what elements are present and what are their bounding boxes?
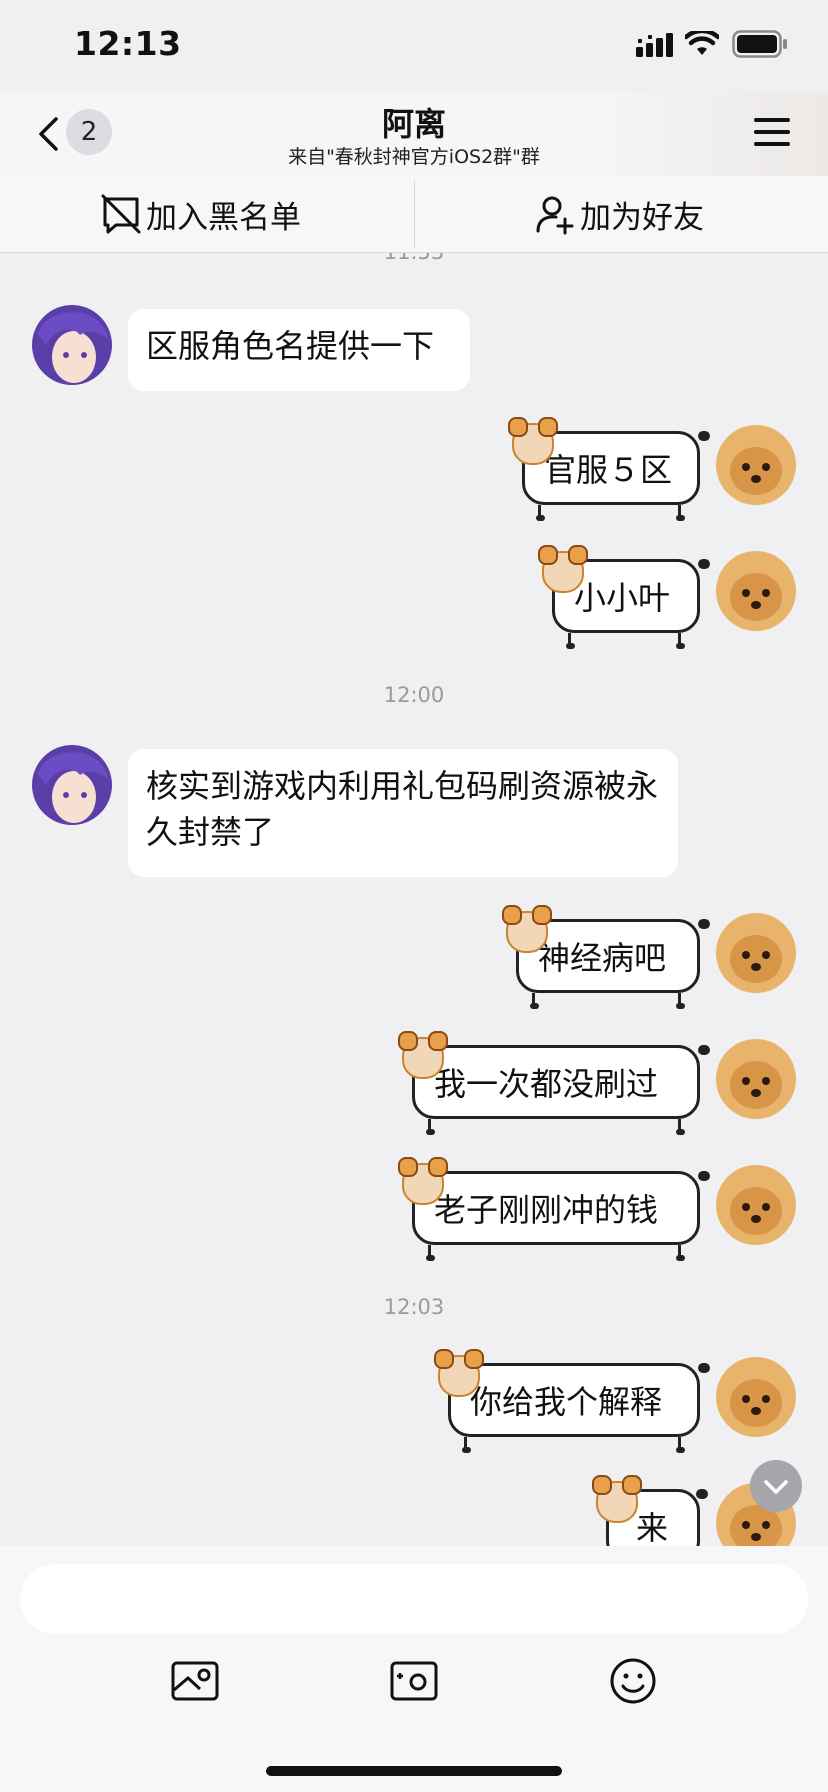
bubble-ear: [502, 905, 522, 925]
bubble-tail: [698, 919, 710, 929]
message-text: 神经病吧: [538, 939, 667, 977]
message-text: 官服５区: [544, 451, 673, 489]
bubble-foot: [566, 643, 575, 649]
hamburger-icon: [754, 118, 790, 146]
outgoing-message[interactable]: 神经病吧: [502, 905, 710, 1011]
message-text: 老子刚刚冲的钱: [434, 1191, 659, 1229]
bubble-ear: [568, 545, 588, 565]
menu-button[interactable]: [752, 112, 792, 152]
bubble-ear: [622, 1475, 642, 1495]
bubble-ear: [428, 1031, 448, 1051]
image-icon: [171, 1661, 219, 1701]
add-to-blacklist-button[interactable]: 加入黑名单: [100, 186, 301, 242]
bubble-tail: [696, 1489, 708, 1499]
emoji-icon: [610, 1658, 656, 1704]
status-time: 12:13: [74, 24, 182, 63]
bubble-ear: [434, 1349, 454, 1369]
bubble-foot: [676, 1129, 685, 1135]
contact-avatar[interactable]: [32, 305, 112, 385]
home-indicator[interactable]: [266, 1766, 562, 1776]
pomeranian-avatar-icon: [716, 913, 796, 993]
anime-avatar-icon: [32, 305, 112, 385]
pomeranian-avatar-icon: [716, 1039, 796, 1119]
blacklist-icon: [101, 194, 141, 234]
signal-icon: [636, 33, 673, 57]
bubble-ear: [538, 545, 558, 565]
bubble-tail: [698, 559, 710, 569]
my-avatar[interactable]: [716, 551, 796, 631]
message-text: 小小叶: [574, 579, 671, 617]
bubble-foot: [426, 1255, 435, 1261]
my-avatar[interactable]: [716, 425, 796, 505]
timestamp: 11:53: [0, 253, 828, 264]
my-avatar[interactable]: [716, 1165, 796, 1245]
message-text: 来: [636, 1509, 669, 1546]
contact-avatar[interactable]: [32, 745, 112, 825]
outgoing-message[interactable]: 官服５区: [508, 417, 710, 523]
bubble-ear: [464, 1349, 484, 1369]
bubble-ear: [398, 1031, 418, 1051]
camera-icon: [390, 1661, 438, 1701]
scroll-to-bottom-button[interactable]: [750, 1460, 802, 1512]
emoji-button[interactable]: [608, 1656, 658, 1706]
bubble-ear: [508, 417, 528, 437]
add-friend-icon: [536, 196, 574, 235]
message-input[interactable]: [20, 1564, 808, 1634]
message-text: 你给我个解释: [470, 1383, 663, 1421]
anime-avatar-icon: [32, 745, 112, 825]
image-button[interactable]: [170, 1656, 220, 1706]
my-avatar[interactable]: [716, 1039, 796, 1119]
timestamp: 12:00: [383, 683, 445, 707]
bubble-foot: [530, 1003, 539, 1009]
incoming-message[interactable]: 核实到游戏内利用礼包码刷资源被永久封禁了: [128, 749, 678, 877]
bubble-foot: [536, 515, 545, 521]
bubble-foot: [676, 515, 685, 521]
bubble-foot: [676, 1447, 685, 1453]
bubble-foot: [462, 1447, 471, 1453]
pomeranian-avatar-icon: [716, 1357, 796, 1437]
outgoing-message[interactable]: 我一次都没刷过: [398, 1031, 710, 1137]
bubble-foot: [426, 1129, 435, 1135]
bubble-foot: [676, 643, 685, 649]
status-bar: 12:13: [0, 0, 828, 92]
my-avatar[interactable]: [716, 913, 796, 993]
bubble-tail: [698, 1045, 710, 1055]
action-bar-divider: [414, 180, 415, 248]
outgoing-message[interactable]: 小小叶: [538, 545, 710, 651]
add-friend-label: 加为好友: [580, 199, 704, 236]
chat-subtitle: 来自"春秋封神官方iOS2群"群: [288, 146, 540, 168]
bubble-foot: [676, 1003, 685, 1009]
pomeranian-avatar-icon: [716, 1165, 796, 1245]
battery-icon: [732, 30, 787, 58]
bubble-ear: [398, 1157, 418, 1177]
message-text: 核实到游戏内利用礼包码刷资源被永久封禁了: [146, 767, 659, 851]
bubble-tail: [698, 1363, 710, 1373]
outgoing-message[interactable]: 来: [592, 1475, 708, 1546]
bubble-ear: [532, 905, 552, 925]
pomeranian-avatar-icon: [716, 551, 796, 631]
message-text: 区服角色名提供一下: [146, 327, 435, 365]
chevron-down-icon: [764, 1480, 788, 1494]
bubble-tail: [698, 431, 710, 441]
bubble-foot: [676, 1255, 685, 1261]
incoming-message[interactable]: 区服角色名提供一下: [128, 309, 470, 391]
camera-button[interactable]: [389, 1656, 439, 1706]
my-avatar[interactable]: [716, 1357, 796, 1437]
bubble-tail: [698, 1171, 710, 1181]
add-friend-button[interactable]: 加为好友: [534, 186, 704, 242]
message-text: 我一次都没刷过: [434, 1065, 659, 1103]
outgoing-message[interactable]: 你给我个解释: [434, 1349, 710, 1455]
bubble-ear: [592, 1475, 612, 1495]
message-list[interactable]: 11:53 区服角色名提供一下 官服５区 小小叶: [0, 253, 828, 1546]
chat-title: 阿离: [381, 105, 446, 143]
bubble-ear: [538, 417, 558, 437]
blacklist-label: 加入黑名单: [146, 199, 301, 236]
pomeranian-avatar-icon: [716, 425, 796, 505]
bubble-ear: [428, 1157, 448, 1177]
wifi-icon: [685, 31, 719, 55]
outgoing-message[interactable]: 老子刚刚冲的钱: [398, 1157, 710, 1263]
timestamp: 12:03: [383, 1295, 445, 1319]
